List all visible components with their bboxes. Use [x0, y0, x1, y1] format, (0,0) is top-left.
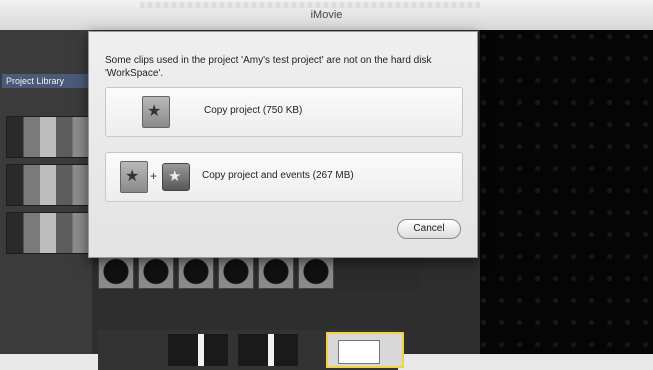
copy-project-label: Copy project (750 KB) — [204, 105, 303, 116]
timeline-clip[interactable] — [178, 257, 214, 289]
project-icon — [120, 161, 148, 193]
timeline-clip[interactable] — [98, 257, 134, 289]
cancel-button[interactable]: Cancel — [397, 219, 461, 239]
move-project-sheet: Some clips used in the project 'Amy's te… — [88, 31, 478, 258]
window-titlebar: iMovie — [0, 0, 653, 31]
timeline-clip[interactable] — [168, 334, 228, 366]
viewer-pane — [480, 30, 653, 354]
project-icon — [142, 96, 170, 128]
selected-clip-thumbnail — [338, 340, 380, 364]
timeline-clip[interactable] — [138, 257, 174, 289]
copy-project-and-events-label: Copy project and events (267 MB) — [202, 170, 354, 181]
project-library-label[interactable]: Project Library — [2, 74, 90, 88]
project-filmstrip[interactable] — [6, 164, 90, 206]
sheet-message: Some clips used in the project 'Amy's te… — [105, 55, 432, 79]
event-icon — [162, 163, 190, 191]
timeline-row-bottom — [98, 330, 404, 370]
plus-icon: + — [150, 169, 158, 183]
window-title: iMovie — [310, 9, 343, 21]
selected-clip[interactable] — [326, 332, 404, 368]
project-filmstrip[interactable] — [6, 212, 90, 254]
project-library-panel: Project Library — [0, 30, 92, 354]
timeline-clip[interactable] — [298, 257, 334, 289]
timeline-clip[interactable] — [258, 257, 294, 289]
timeline-clip[interactable] — [218, 257, 254, 289]
project-filmstrip[interactable] — [6, 116, 90, 158]
timeline-clip[interactable] — [238, 334, 298, 366]
titlebar-texture — [140, 2, 480, 8]
copy-project-and-events-option[interactable]: + Copy project and events (267 MB) — [105, 152, 463, 202]
copy-project-option[interactable]: Copy project (750 KB) — [105, 87, 463, 137]
